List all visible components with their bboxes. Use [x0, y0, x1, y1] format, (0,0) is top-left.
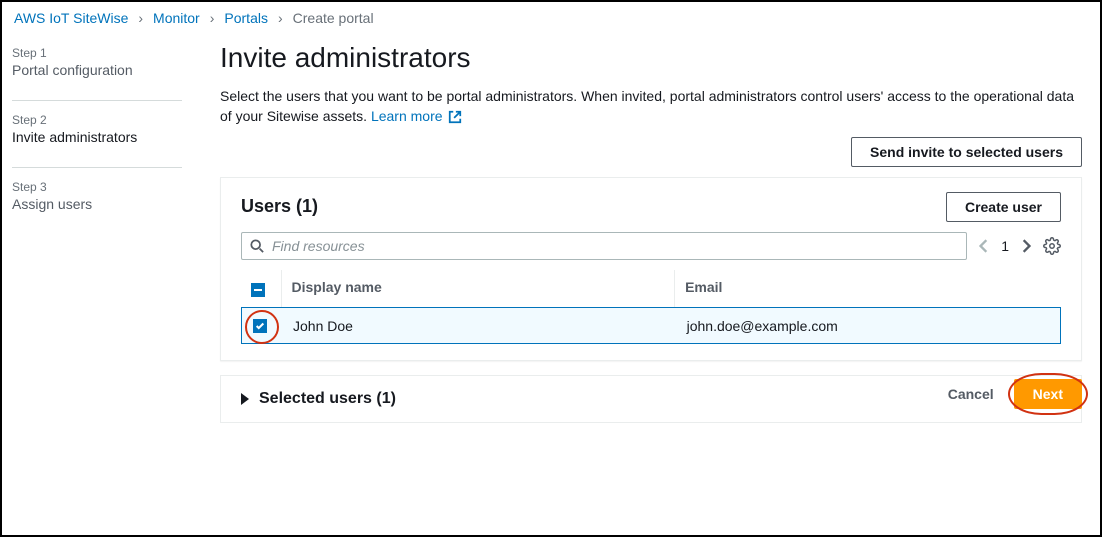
pagination-page: 1 — [1001, 238, 1009, 254]
search-icon — [250, 239, 264, 253]
column-header-display-name[interactable]: Display name — [281, 270, 675, 308]
page-description: Select the users that you want to be por… — [220, 86, 1082, 127]
divider — [12, 167, 182, 168]
wizard-steps-sidebar: Step 1 Portal configuration Step 2 Invit… — [2, 36, 202, 423]
send-invite-button[interactable]: Send invite to selected users — [851, 137, 1082, 167]
pagination-next[interactable] — [1021, 239, 1031, 253]
caret-right-icon — [241, 393, 249, 405]
chevron-right-icon: › — [278, 10, 283, 26]
cell-display-name: John Doe — [281, 307, 675, 344]
step-title: Invite administrators — [12, 129, 190, 145]
breadcrumb-current: Create portal — [293, 10, 374, 26]
page-title: Invite administrators — [220, 42, 1082, 74]
search-input-wrapper[interactable] — [241, 232, 967, 260]
users-panel: Users (1) Create user — [220, 177, 1082, 361]
step-title: Assign users — [12, 196, 190, 212]
wizard-step-3[interactable]: Step 3 Assign users — [12, 180, 190, 212]
users-panel-title: Users (1) — [241, 196, 318, 217]
divider — [12, 100, 182, 101]
wizard-step-2[interactable]: Step 2 Invite administrators — [12, 113, 190, 145]
pagination: 1 — [979, 238, 1031, 254]
create-user-button[interactable]: Create user — [946, 192, 1061, 222]
step-label: Step 1 — [12, 46, 190, 60]
step-title: Portal configuration — [12, 62, 190, 78]
column-header-email[interactable]: Email — [675, 270, 1061, 308]
chevron-right-icon: › — [210, 10, 215, 26]
cancel-button[interactable]: Cancel — [948, 386, 994, 402]
breadcrumb-link[interactable]: Portals — [224, 10, 268, 26]
breadcrumb: AWS IoT SiteWise › Monitor › Portals › C… — [2, 2, 1100, 36]
external-link-icon — [448, 110, 462, 124]
cell-email: john.doe@example.com — [675, 307, 1061, 344]
wizard-step-1[interactable]: Step 1 Portal configuration — [12, 46, 190, 78]
learn-more-link[interactable]: Learn more — [371, 108, 462, 124]
select-all-checkbox[interactable] — [251, 283, 265, 297]
pagination-prev[interactable] — [979, 239, 989, 253]
step-label: Step 2 — [12, 113, 190, 127]
row-checkbox[interactable] — [253, 319, 267, 333]
next-button[interactable]: Next — [1014, 379, 1082, 409]
chevron-right-icon: › — [138, 10, 143, 26]
selected-users-title: Selected users (1) — [259, 390, 396, 408]
breadcrumb-link[interactable]: Monitor — [153, 10, 200, 26]
settings-button[interactable] — [1043, 237, 1061, 255]
search-input[interactable] — [272, 238, 958, 254]
step-label: Step 3 — [12, 180, 190, 194]
table-row[interactable]: John Doe john.doe@example.com — [241, 307, 1061, 344]
breadcrumb-link[interactable]: AWS IoT SiteWise — [14, 10, 128, 26]
users-table: Display name Email — [241, 270, 1061, 344]
